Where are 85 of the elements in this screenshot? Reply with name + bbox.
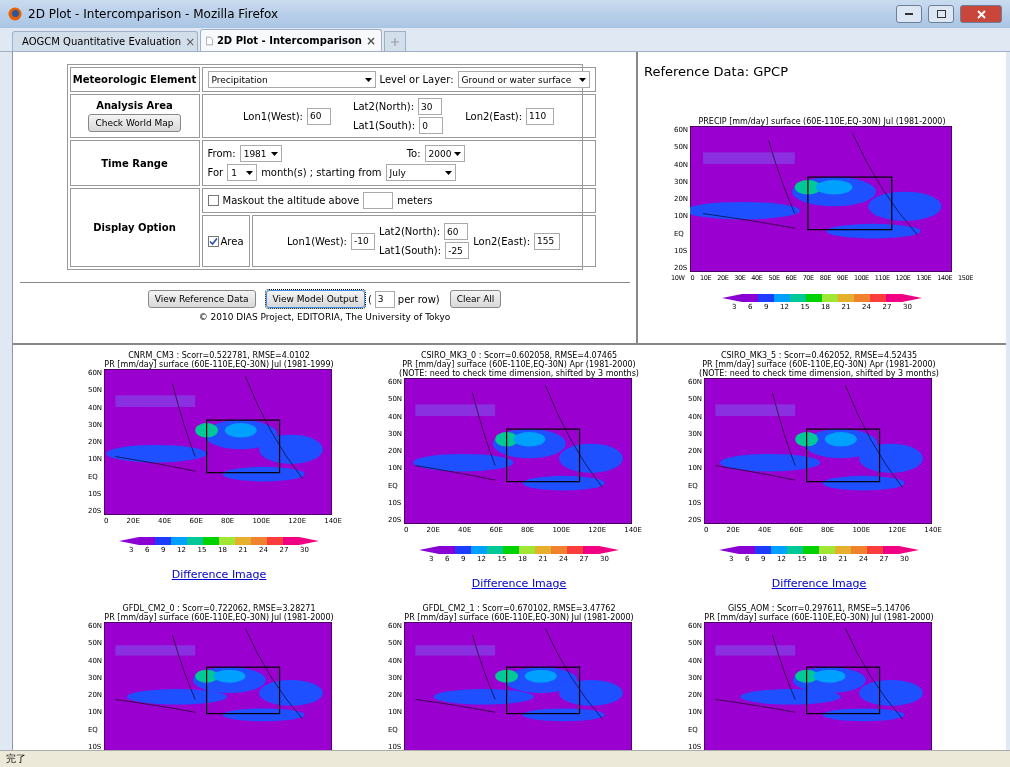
maximize-button[interactable] <box>928 5 954 23</box>
input-field[interactable]: -25 <box>445 242 470 259</box>
maximize-icon <box>936 10 946 18</box>
plot-title: PR [mm/day] surface (60E-110E,EQ-30N) Apr (1981-2000) <box>402 360 636 369</box>
field-label: Level or Layer: <box>379 74 454 85</box>
row-heading: Time Range <box>101 157 168 169</box>
difference-image-link[interactable]: Difference Image <box>171 568 267 581</box>
checkbox-label: Area <box>220 235 244 247</box>
input-field[interactable]: 155 <box>534 232 561 250</box>
field-label: Lat2(North): <box>352 101 415 112</box>
field-label: Lon2(East): <box>473 235 531 247</box>
plot-title: PR [mm/day] surface (60E-110E,EQ-30N) Jul (1981-2000) <box>704 613 934 622</box>
plot-title: (NOTE: need to check time dimension, shifted by 3 months) <box>699 369 939 378</box>
field-label: Lat1(South): <box>352 120 416 131</box>
field-label: From: <box>207 148 236 159</box>
plot-title: GISS_AOM : Scorr=0.297611, RMSE=5.14706 <box>727 604 911 613</box>
dropdown-arrow-icon <box>246 170 254 175</box>
input-field[interactable]: 3 <box>374 290 395 308</box>
plot-title: PR [mm/day] surface (60E-110E,EQ-30N) Jul (1981-2000) <box>404 613 634 622</box>
dropdown-arrow-icon <box>578 77 586 82</box>
tab-close-button[interactable]: × <box>185 34 196 49</box>
browser-tab[interactable]: 2D Plot - Intercomparison × <box>200 29 382 51</box>
checkbox-label: Maskout the altitude above <box>222 195 360 206</box>
checkbox[interactable] <box>207 195 219 206</box>
difference-image-link[interactable]: Difference Image <box>471 577 567 590</box>
minimize-button[interactable] <box>896 5 922 23</box>
field-label: Lon1(West): <box>242 110 303 122</box>
dropdown-select[interactable]: 1981 <box>239 145 282 162</box>
plot-title: PRECIP [mm/day] surface (60E-110E,EQ-30N) Jul (1981-2000) <box>698 117 946 126</box>
minimize-icon <box>905 12 913 16</box>
field-label: To: <box>406 148 421 159</box>
parenthesis: ( <box>367 293 372 305</box>
dropdown-select[interactable]: July <box>385 164 456 181</box>
input-field[interactable]: 30 <box>418 98 443 115</box>
clear-all-button[interactable]: Clear All <box>449 290 502 308</box>
plot-title: GFDL_CM2_1 : Scorr=0.670102, RMSE=3.47762 <box>422 604 616 613</box>
dropdown-arrow-icon <box>444 170 452 175</box>
row-heading: Meteorologic Element <box>72 74 197 85</box>
row-heading: Analysis Area <box>96 100 173 111</box>
input-field[interactable]: 110 <box>526 107 555 125</box>
input-field[interactable]: 60 <box>444 223 469 240</box>
row-heading: Display Option <box>93 222 176 233</box>
plot-title: (NOTE: need to check time dimension, shifted by 3 months) <box>399 369 639 378</box>
window-title: 2D Plot - Intercomparison - Mozilla Firefox <box>28 7 280 21</box>
difference-image-link[interactable]: Difference Image <box>771 577 867 590</box>
field-label: per row) <box>397 293 440 305</box>
dropdown-arrow-icon <box>270 151 278 156</box>
plot-title: PR [mm/day] surface (60E-110E,EQ-30N) Apr (1981-2000) <box>702 360 936 369</box>
plot-title: CSIRO_MK3_0 : Scorr=0.602058, RMSE=4.07465 <box>420 351 618 360</box>
plot-title: GFDL_CM2_0 : Scorr=0.722062, RMSE=3.28271 <box>122 604 316 613</box>
reference-heading: Reference Data: GPCP <box>644 64 789 79</box>
field-label: meters <box>397 195 433 206</box>
input-field[interactable] <box>363 192 394 209</box>
dropdown-select[interactable]: 2000 <box>424 145 465 162</box>
input-field[interactable]: 0 <box>419 117 444 134</box>
plot-title: CNRM_CM3 : Scorr=0.522781, RMSE=4.0102 <box>128 351 310 360</box>
plus-icon <box>391 37 399 46</box>
input-field[interactable]: -10 <box>350 232 375 250</box>
tab-close-button[interactable]: × <box>365 33 376 48</box>
plot-title: CSIRO_MK3_5 : Scorr=0.462052, RMSE=4.52435 <box>720 351 918 360</box>
plot-title: PR [mm/day] surface (60E-110E,EQ-30N) Jul (1981-2000) <box>104 613 334 622</box>
dropdown-arrow-icon <box>364 77 372 82</box>
browser-tab[interactable]: AOGCM Quantitative Evaluation × <box>12 31 198 51</box>
dropdown-select[interactable]: Ground or water surface <box>457 71 590 88</box>
field-label: Lon2(East): <box>465 110 523 122</box>
field-label: Lat1(South): <box>378 245 442 256</box>
view-model-output-button[interactable]: View Model Output <box>265 290 365 308</box>
browser-logo-icon <box>8 7 22 21</box>
status-text: 完了 <box>6 752 26 766</box>
close-icon <box>976 9 986 19</box>
plot-title: PR [mm/day] surface (60E-110E,EQ-30N) Jul (1981-1999) <box>104 360 334 369</box>
page-icon <box>206 34 213 47</box>
input-field[interactable]: 60 <box>306 107 331 125</box>
field-label: Lon1(West): <box>286 235 347 247</box>
dropdown-select[interactable]: 1 <box>227 164 258 181</box>
view-reference-data-button[interactable]: View Reference Data <box>147 290 256 308</box>
field-label: For <box>207 167 224 178</box>
field-label: Lat2(North): <box>378 226 441 237</box>
dropdown-arrow-icon <box>453 151 461 156</box>
checkbox[interactable] <box>207 235 219 247</box>
check-world-map-button[interactable]: Check World Map <box>88 114 181 132</box>
copyright-text: © 2010 DIAS Project, EDITORIA, The University of Tokyo <box>198 312 451 322</box>
dropdown-select[interactable]: Precipitation <box>207 71 376 88</box>
close-button[interactable] <box>960 5 1002 23</box>
field-label: month(s) ; starting from <box>261 167 382 178</box>
